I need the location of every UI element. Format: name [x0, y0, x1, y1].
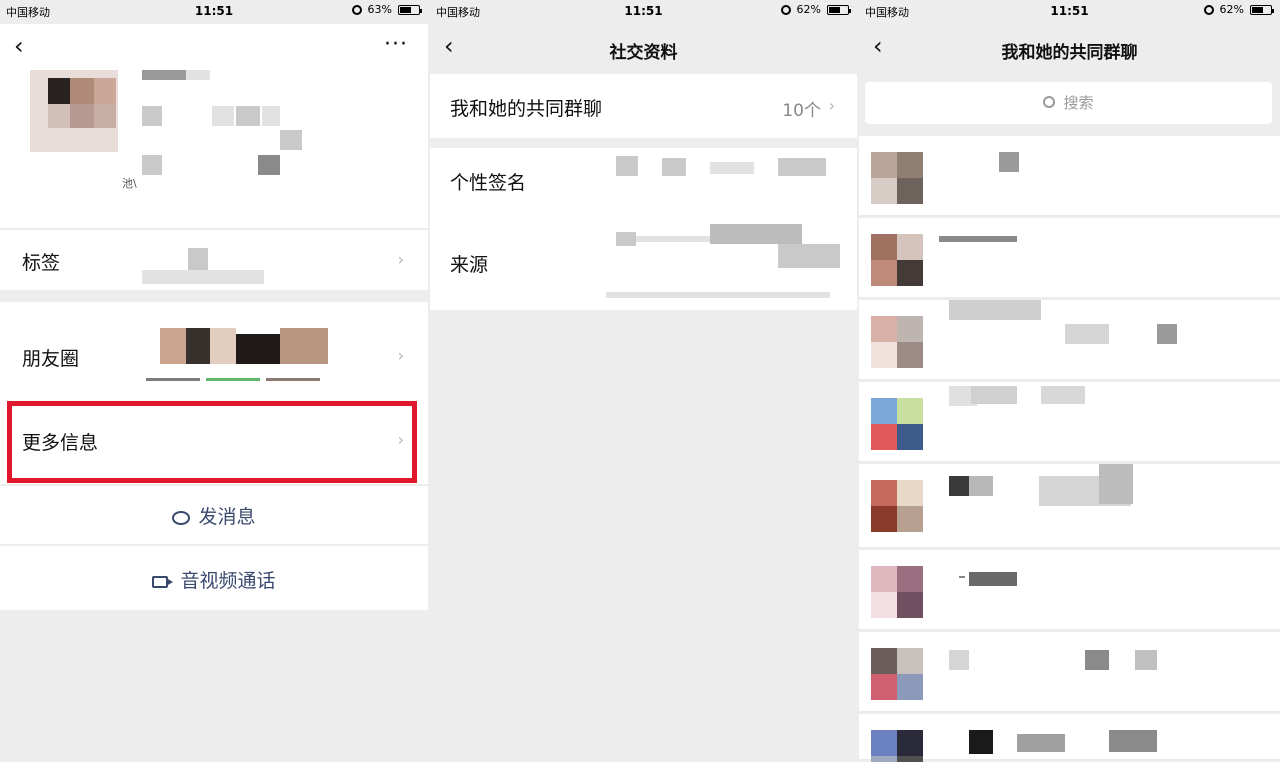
group-avatar	[871, 234, 923, 286]
pixelated-group-name	[939, 236, 1017, 242]
group-list-item[interactable]	[859, 714, 1280, 762]
pixelated-group-name	[1157, 324, 1177, 344]
status-bar: 中国移动 11:51 62%	[430, 0, 857, 24]
page-title: 我和她的共同群聊	[1001, 43, 1138, 63]
moments-label: 朋友圈	[22, 348, 80, 370]
group-avatar	[871, 566, 923, 618]
more-options-icon[interactable]: ···	[384, 32, 408, 57]
pixelated-group-name	[1017, 734, 1065, 752]
pixelated-group-name	[949, 476, 969, 496]
group-avatar	[871, 316, 923, 368]
pixelated-group-name	[971, 386, 1017, 404]
chat-bubble-icon	[172, 510, 191, 525]
common-groups-row[interactable]: 我和她的共同群聊 10个 ›	[430, 74, 857, 138]
chevron-right-icon: ›	[828, 96, 835, 115]
common-groups-screen: 中国移动 11:51 62% ‹ 我和她的共同群聊 搜索	[859, 0, 1280, 762]
location-icon	[780, 4, 791, 15]
send-message-row[interactable]: 发消息	[0, 486, 428, 544]
moments-row[interactable]: 朋友圈 ›	[0, 302, 428, 400]
avatar[interactable]	[30, 70, 118, 152]
chevron-right-icon: ›	[397, 250, 404, 269]
pixelated-group-name	[1085, 650, 1109, 670]
battery-percent: 62%	[1219, 3, 1244, 16]
pixelated-group-name	[1041, 386, 1085, 404]
av-call-button[interactable]: 音视频通话	[0, 566, 428, 593]
pixelated-group-name	[1109, 730, 1157, 752]
search-input[interactable]: 搜索	[865, 82, 1272, 124]
pixelated-group-name	[969, 730, 993, 754]
video-camera-icon	[152, 575, 174, 588]
pixelated-group-name	[1135, 650, 1157, 670]
status-bar: 中国移动 11:51 62%	[859, 0, 1280, 24]
common-groups-count: 10个	[782, 101, 821, 121]
battery-percent: 63%	[367, 3, 392, 16]
search-icon	[1043, 95, 1056, 108]
info-section: 个性签名 来源	[430, 148, 857, 310]
chevron-right-icon: ›	[397, 346, 404, 365]
nickname-fragment: 池\	[122, 177, 137, 190]
tag-label: 标签	[22, 252, 61, 274]
pixelated-name	[142, 70, 186, 80]
common-groups-label: 我和她的共同群聊	[450, 98, 603, 120]
av-call-row[interactable]: 音视频通话	[0, 546, 428, 610]
status-bar: 中国移动 11:51 63%	[0, 0, 428, 24]
group-list-item[interactable]	[859, 300, 1280, 380]
tag-row[interactable]: 标签 ›	[0, 230, 428, 290]
signature-label: 个性签名	[450, 172, 527, 194]
group-avatar	[871, 730, 923, 762]
navbar: ‹ 我和她的共同群聊	[859, 26, 1280, 70]
pixelated-group-name	[949, 300, 1041, 320]
pixelated-group-name	[1099, 464, 1133, 504]
group-avatar	[871, 398, 923, 450]
group-list-item[interactable]	[859, 632, 1280, 712]
highlight-box	[7, 401, 417, 483]
pixelated-group-name	[1065, 324, 1109, 344]
group-list-item[interactable]	[859, 218, 1280, 298]
group-list-item[interactable]	[859, 550, 1280, 630]
navbar: ‹ ···	[0, 26, 428, 70]
pixelated-group-name	[969, 476, 993, 496]
source-label: 来源	[450, 254, 489, 276]
send-message-button[interactable]: 发消息	[0, 502, 428, 529]
social-profile-screen: 中国移动 11:51 62% ‹ 社交资料 我和她的共同群聊 10个 › 个性签…	[430, 0, 857, 762]
pixelated-group-name	[969, 572, 1017, 586]
profile-screen: 中国移动 11:51 63% ‹ ··· 池\ 标签 › 朋友圈 › 更多信息 …	[0, 0, 428, 762]
battery-percent: 62%	[796, 3, 821, 16]
location-icon	[351, 4, 362, 15]
group-avatar	[871, 480, 923, 532]
battery-icon	[1250, 4, 1274, 15]
group-avatar	[871, 648, 923, 700]
location-icon	[1203, 4, 1214, 15]
group-list-item[interactable]	[859, 382, 1280, 462]
group-avatar	[871, 152, 923, 204]
battery-icon	[827, 4, 851, 15]
pixelated-group-name	[949, 650, 969, 670]
group-list-item[interactable]	[859, 136, 1280, 216]
battery-icon	[398, 4, 422, 15]
navbar: ‹ 社交资料	[430, 26, 857, 70]
pixelated-group-name	[999, 152, 1019, 172]
moments-thumbnails	[160, 328, 328, 364]
pixelated-group-name	[959, 576, 965, 578]
back-icon[interactable]: ‹	[14, 34, 38, 62]
group-list-item[interactable]	[859, 464, 1280, 548]
page-title: 社交资料	[609, 43, 678, 63]
